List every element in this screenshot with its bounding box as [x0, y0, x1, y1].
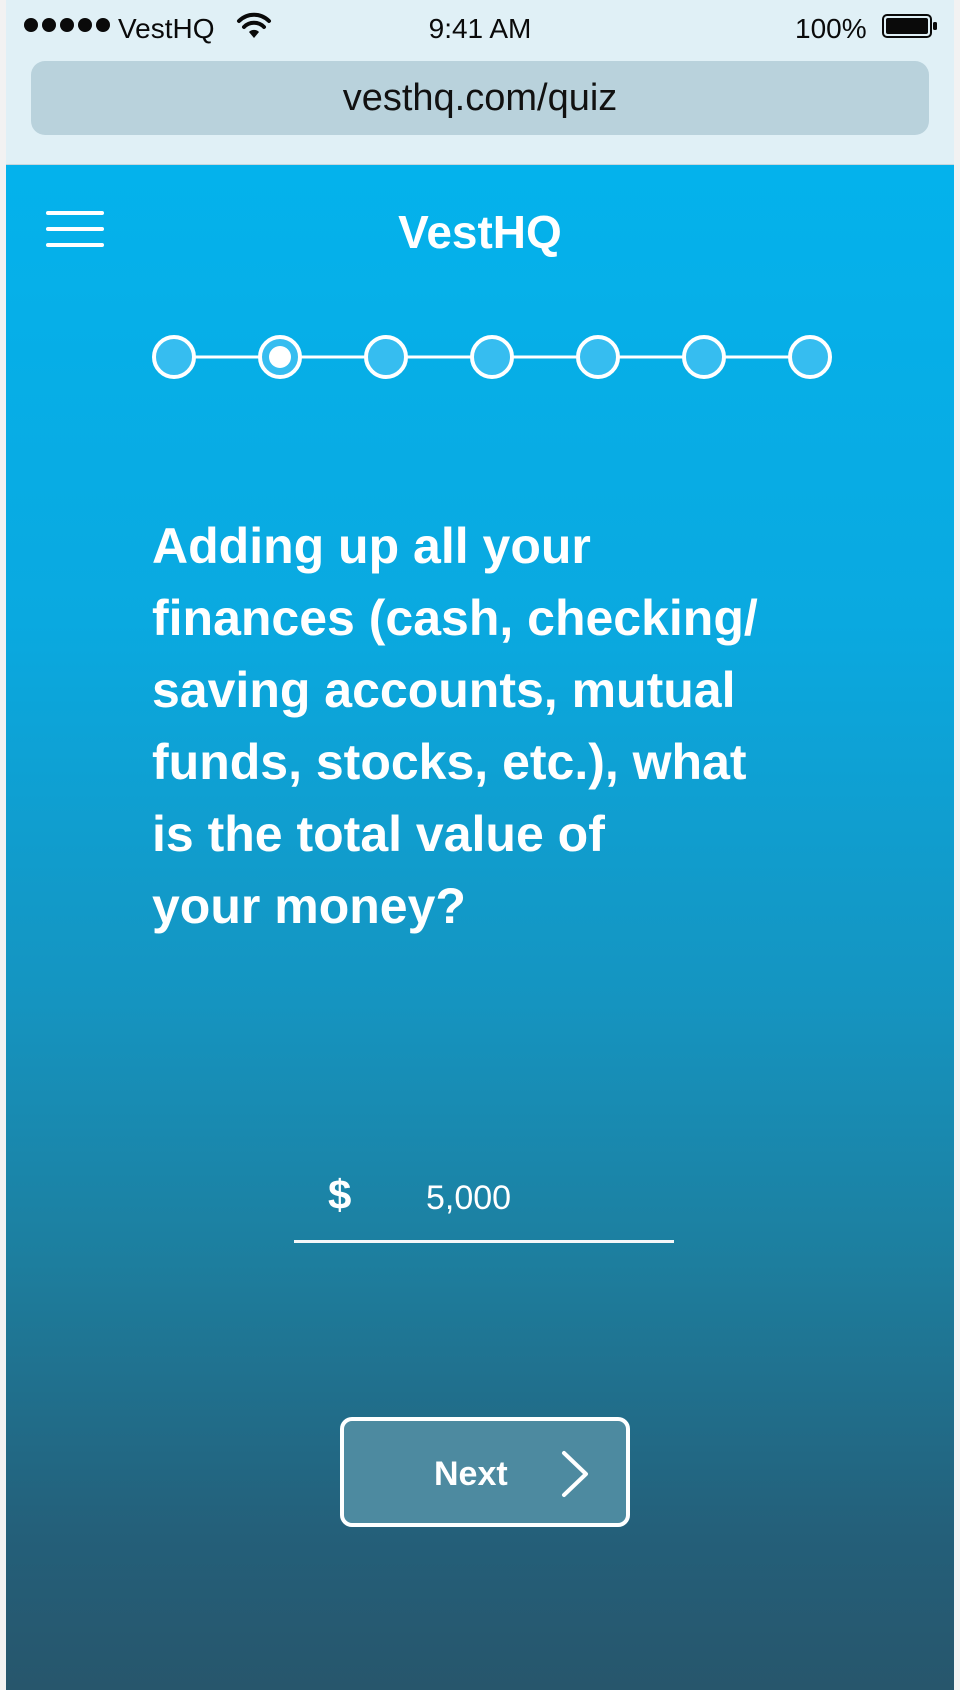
- progress-step: [576, 335, 620, 379]
- question-text: Adding up all your finances (cash, checki…: [152, 510, 832, 942]
- progress-step: [788, 335, 832, 379]
- question-line: saving accounts, mutual: [152, 662, 736, 718]
- amount-input[interactable]: [424, 1175, 608, 1221]
- next-button-label: Next: [434, 1455, 508, 1493]
- question-line: finances (cash, checking/: [152, 590, 758, 646]
- question-line: funds, stocks, etc.), what: [152, 734, 747, 790]
- progress-step: [152, 335, 196, 379]
- question-line: your money?: [152, 878, 466, 934]
- phone-screen: VestHQ 9:41 AM 100% vesthq.com/quiz Vest…: [6, 0, 954, 1690]
- status-bar: VestHQ 9:41 AM 100%: [6, 0, 954, 56]
- brand-logo: VestHQ: [398, 206, 562, 258]
- address-bar[interactable]: vesthq.com/quiz: [31, 61, 929, 135]
- progress-step: [470, 335, 514, 379]
- chevron-right-icon: [562, 1451, 588, 1497]
- next-button[interactable]: Next: [340, 1417, 630, 1527]
- url-text: vesthq.com/quiz: [342, 76, 618, 119]
- battery-icon: [882, 14, 937, 38]
- browser-chrome: VestHQ 9:41 AM 100% vesthq.com/quiz: [6, 0, 954, 165]
- battery-percentage: 100%: [795, 13, 867, 44]
- progress-step: [364, 335, 408, 379]
- amount-underline: [294, 1240, 674, 1243]
- progress-step: [682, 335, 726, 379]
- quiz-page: VestHQ Adding up all your finances (cash,…: [6, 165, 954, 1690]
- progress-step-current: [258, 335, 302, 379]
- amount-field: $: [294, 1165, 674, 1245]
- currency-symbol: $: [328, 1171, 352, 1218]
- question-line: is the total value of: [152, 806, 605, 862]
- question-line: Adding up all your: [152, 518, 591, 574]
- quiz-progress-stepper: [152, 335, 832, 379]
